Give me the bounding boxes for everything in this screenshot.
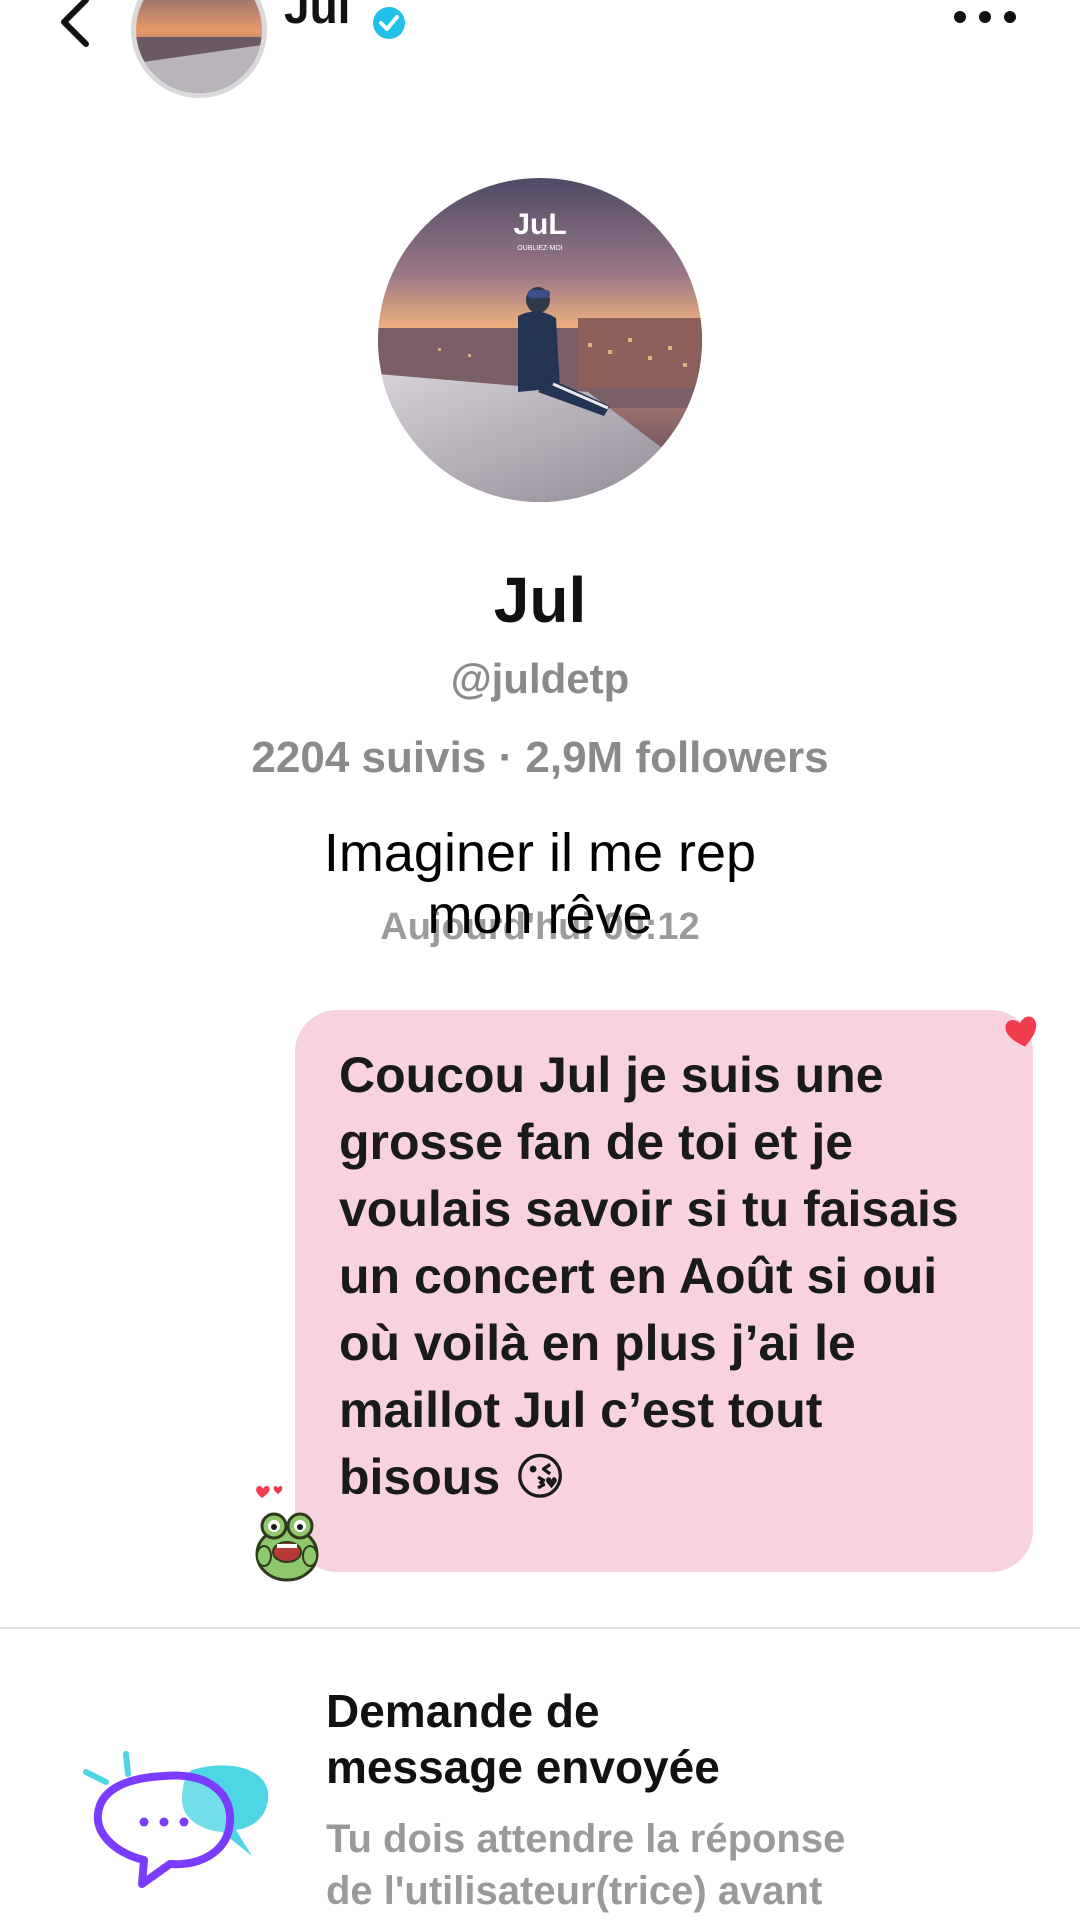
- heart-icon: [1005, 1016, 1037, 1047]
- message-text: Coucou Jul je suis une grosse fan de toi…: [339, 1047, 959, 1505]
- top-bar: Jul: [0, 0, 1080, 100]
- section-divider: [0, 1627, 1080, 1629]
- request-sent-title: Demande de message envoyée: [326, 1685, 720, 1793]
- header-avatar[interactable]: [131, 0, 267, 98]
- more-options-icon[interactable]: [950, 2, 1020, 32]
- avatar-brand-text: JuL: [513, 208, 566, 241]
- profile-name: Jul: [493, 564, 587, 636]
- profile-avatar-image: JuL OUBLIEZ-MOI: [378, 178, 702, 502]
- request-sent-description: Tu dois attendre la réponse de l'utilisa…: [326, 1817, 846, 1913]
- sent-message-bubble[interactable]: Coucou Jul je suis une grosse fan de toi…: [295, 1010, 1033, 1572]
- chat-bubbles-icon: [83, 1751, 269, 1888]
- verified-badge-icon: [373, 7, 405, 39]
- back-arrow-icon[interactable]: [40, 0, 110, 60]
- profile-avatar[interactable]: JuL OUBLIEZ-MOI: [378, 178, 702, 502]
- header-avatar-image: [136, 0, 262, 93]
- profile-handle: @juldetp: [450, 655, 630, 702]
- profile-stats: 2204 suivis · 2,9M followers: [251, 733, 829, 782]
- avatar-sub-text: OUBLIEZ-MOI: [517, 245, 563, 252]
- header-username: Jul: [284, 0, 351, 33]
- video-caption-overlay: Imaginer il me rep mon rêve: [323, 823, 757, 945]
- frog-sticker-icon[interactable]: [250, 1482, 324, 1582]
